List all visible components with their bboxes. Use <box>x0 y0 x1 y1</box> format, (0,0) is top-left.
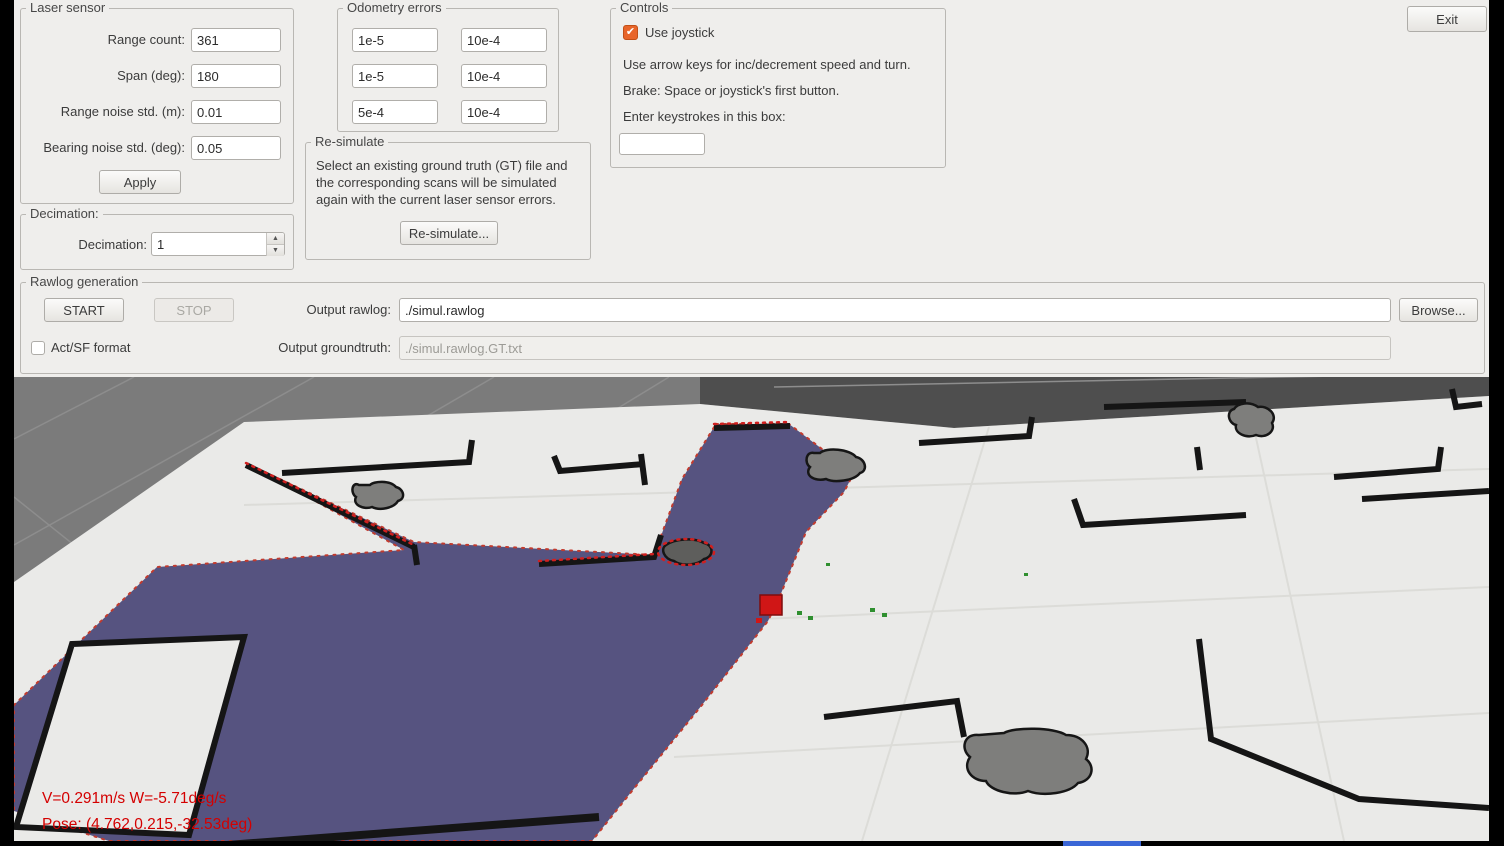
odometry-input-2[interactable] <box>461 28 547 52</box>
start-button[interactable]: START <box>44 298 124 322</box>
odometry-errors-group: Odometry errors <box>337 8 559 132</box>
odometry-input-4[interactable] <box>461 64 547 88</box>
actsf-checkbox[interactable] <box>31 341 45 355</box>
output-rawlog-label: Output rawlog: <box>251 298 391 322</box>
use-joystick-label: Use joystick <box>645 25 714 41</box>
check-icon: ✔ <box>626 26 635 38</box>
output-groundtruth-label: Output groundtruth: <box>251 336 391 360</box>
3d-scene: V=0.291m/s W=-5.71deg/s Pose: (4.762,0.2… <box>14 377 1489 841</box>
spin-down-icon[interactable]: ▼ <box>267 245 284 256</box>
resimulate-button[interactable]: Re-simulate... <box>400 221 498 245</box>
span-label: Span (deg): <box>23 64 185 88</box>
resimulate-title: Re-simulate <box>311 134 388 149</box>
odometry-errors-title: Odometry errors <box>343 0 446 15</box>
range-noise-input[interactable] <box>191 100 281 124</box>
range-count-input[interactable] <box>191 28 281 52</box>
odometry-input-1[interactable] <box>352 28 438 52</box>
decimation-label: Decimation: <box>23 233 147 257</box>
controls-group: Controls ✔ Use joystick Use arrow keys f… <box>610 8 946 168</box>
exit-button[interactable]: Exit <box>1407 6 1487 32</box>
decimation-spin-buttons: ▲ ▼ <box>266 233 284 256</box>
decimation-group: Decimation: Decimation: ▲ ▼ <box>20 214 294 270</box>
odometry-input-3[interactable] <box>352 64 438 88</box>
controls-instruction-3: Enter keystrokes in this box: <box>623 109 786 124</box>
decimation-input[interactable] <box>151 232 285 256</box>
output-rawlog-input[interactable] <box>399 298 1391 322</box>
app-window: Laser sensor Range count: Span (deg): Ra… <box>14 0 1489 841</box>
browse-button[interactable]: Browse... <box>1399 298 1478 322</box>
output-groundtruth-input[interactable] <box>399 336 1391 360</box>
span-input[interactable] <box>191 64 281 88</box>
stop-button[interactable]: STOP <box>154 298 234 322</box>
apply-button[interactable]: Apply <box>99 170 181 194</box>
hud-velocity-text: V=0.291m/s W=-5.71deg/s <box>42 790 227 807</box>
controls-instruction-2: Brake: Space or joystick's first button. <box>623 83 839 98</box>
spin-up-icon[interactable]: ▲ <box>267 233 284 245</box>
hud-pose-text: Pose: (4.762,0.215,-32.53deg) <box>42 816 252 833</box>
resimulate-description: Select an existing ground truth (GT) fil… <box>316 157 580 208</box>
range-noise-label: Range noise std. (m): <box>23 100 185 124</box>
rawlog-generation-group: Rawlog generation START STOP Output rawl… <box>20 282 1485 374</box>
odometry-input-6[interactable] <box>461 100 547 124</box>
use-joystick-checkbox[interactable]: ✔ <box>623 25 638 40</box>
controls-title: Controls <box>616 0 672 15</box>
decimation-spinner: ▲ ▼ <box>151 232 285 257</box>
keystroke-input[interactable] <box>619 133 705 155</box>
resimulate-group: Re-simulate Select an existing ground tr… <box>305 142 591 260</box>
bearing-noise-input[interactable] <box>191 136 281 160</box>
rawlog-generation-title: Rawlog generation <box>26 274 142 289</box>
laser-sensor-title: Laser sensor <box>26 0 109 15</box>
bearing-noise-label: Bearing noise std. (deg): <box>23 136 185 160</box>
taskbar-fragment <box>1063 841 1141 846</box>
odometry-input-5[interactable] <box>352 100 438 124</box>
laser-sensor-group: Laser sensor Range count: Span (deg): Ra… <box>20 8 294 204</box>
actsf-label: Act/SF format <box>51 340 130 356</box>
range-count-label: Range count: <box>23 28 185 52</box>
decimation-group-title: Decimation: <box>26 206 103 221</box>
3d-viewport[interactable]: V=0.291m/s W=-5.71deg/s Pose: (4.762,0.2… <box>14 377 1489 841</box>
controls-instruction-1: Use arrow keys for inc/decrement speed a… <box>623 57 911 72</box>
